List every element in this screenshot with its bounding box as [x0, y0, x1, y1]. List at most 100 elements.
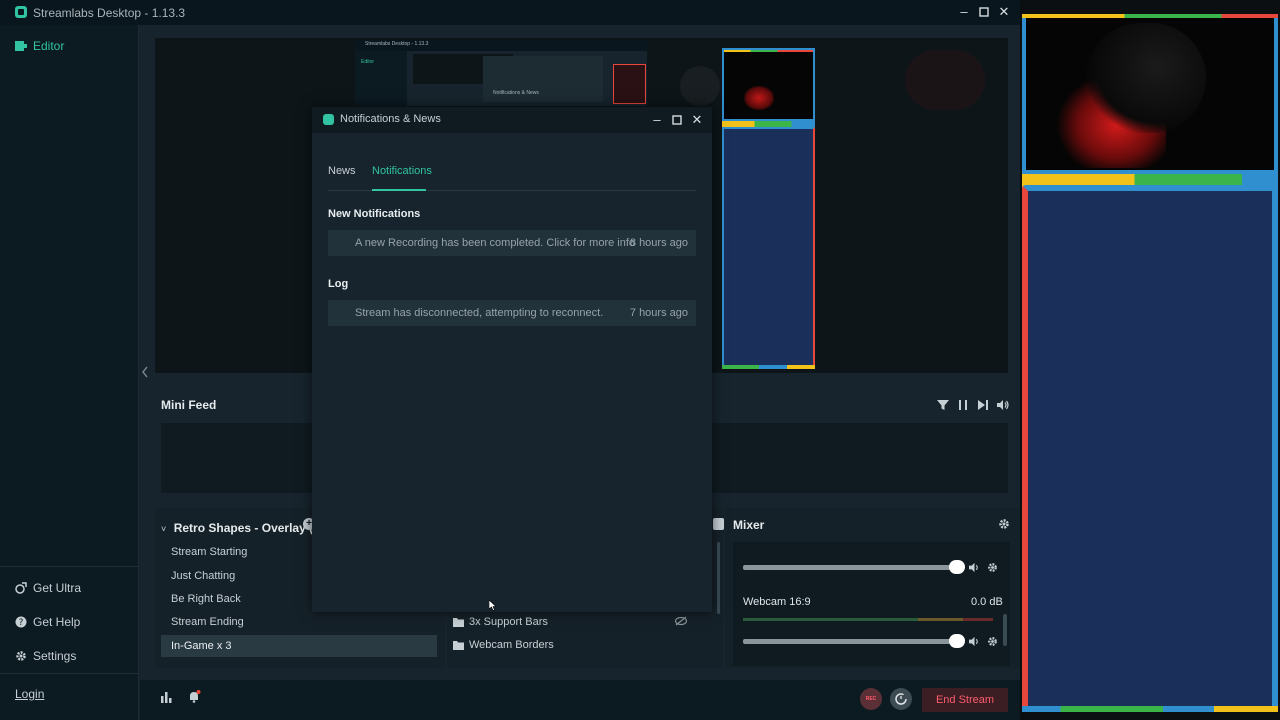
volume-slider-handle[interactable] [949, 560, 965, 574]
new-notifications-heading: New Notifications [328, 208, 421, 220]
toggle-visibility-button[interactable] [675, 616, 687, 626]
volume-slider-track[interactable] [743, 639, 958, 644]
filter-icon [937, 400, 949, 410]
collapse-sidebar-button[interactable] [140, 364, 150, 380]
log-item[interactable]: Stream has disconnected, attempting to r… [328, 300, 696, 326]
webcam-frame-stripe [724, 50, 813, 52]
svg-text:?: ? [19, 618, 24, 628]
projector-panel-frame [1022, 185, 1278, 712]
notifications-dialog: Notifications & News – ✕ News Notificati… [312, 107, 712, 612]
volume-icon [969, 562, 978, 573]
tab-notifications[interactable]: Notifications [372, 165, 432, 177]
minimize-button[interactable]: – [955, 3, 973, 21]
sidebar-divider [0, 673, 139, 674]
ultra-icon [15, 582, 27, 594]
record-button[interactable]: REC [860, 688, 882, 710]
filter-button[interactable] [937, 399, 949, 411]
sidebar-item-get-help[interactable]: ? Get Help [15, 615, 80, 629]
dialog-maximize-button[interactable] [668, 111, 686, 129]
preview-nested-window: Streamlabs Desktop - 1.13.3 Editor Notif… [355, 40, 647, 106]
projector-bottom-stripe [1022, 706, 1278, 712]
streamlabs-logo-icon [323, 114, 334, 125]
preview-nested-webcam [613, 64, 646, 104]
dialog-title-bar: Notifications & News – ✕ [312, 107, 712, 133]
log-message: Stream has disconnected, attempting to r… [355, 307, 604, 319]
mixer-scrollbar[interactable] [1003, 614, 1007, 646]
decorative-shape [680, 66, 720, 106]
projector-webcam-frame [1022, 14, 1278, 174]
eye-slash-icon [675, 616, 687, 626]
maximize-button[interactable] [975, 3, 993, 21]
volume-meter [743, 618, 993, 621]
mini-feed-title: Mini Feed [161, 398, 217, 412]
mixer-title: Mixer [733, 518, 765, 532]
stats-button[interactable] [160, 691, 172, 703]
pause-icon [959, 400, 967, 410]
projector-top-stripe [1022, 14, 1278, 18]
log-time: 7 hours ago [629, 307, 688, 319]
help-icon: ? [15, 616, 27, 628]
close-button[interactable]: ✕ [995, 3, 1013, 21]
gear-icon [16, 651, 26, 661]
webcam-image [1086, 23, 1206, 133]
webcam-image [744, 86, 774, 110]
login-link[interactable]: Login [15, 687, 44, 701]
sidebar-item-get-ultra[interactable]: Get Ultra [15, 581, 81, 595]
notification-message: A new Recording has been completed. Clic… [355, 237, 636, 249]
audio-source-settings-button[interactable] [987, 636, 998, 647]
active-tab-underline [372, 189, 426, 191]
chevron-left-icon [142, 366, 148, 378]
replay-icon [895, 693, 907, 705]
mute-alerts-button[interactable] [997, 399, 1009, 411]
sidebar: Editor Get Ultra ? Get Help Settings Log… [0, 25, 139, 720]
scene-collection-title: Retro Shapes - Overlay (1) [173, 521, 324, 535]
mute-button[interactable] [969, 636, 980, 647]
scene-item-active[interactable]: In-Game x 3 [161, 635, 437, 657]
mixer-settings-button[interactable] [998, 518, 1010, 530]
source-item[interactable]: 3x Support Bars [453, 616, 548, 628]
replay-buffer-button[interactable] [890, 688, 912, 710]
sources-scrollbar[interactable] [717, 542, 720, 614]
stats-icon [161, 692, 172, 703]
volume-icon [997, 400, 1009, 410]
volume-slider-handle[interactable] [949, 634, 965, 648]
dialog-title: Notifications & News [340, 113, 441, 125]
sidebar-item-label: Login [15, 687, 45, 701]
skip-button[interactable] [977, 399, 989, 411]
audio-source-settings-button[interactable] [987, 562, 998, 573]
sidebar-item-editor[interactable]: Editor [15, 39, 64, 53]
streamlabs-logo-icon [15, 6, 27, 18]
scene-item[interactable]: Stream Ending [161, 611, 437, 633]
dialog-close-button[interactable]: ✕ [688, 111, 706, 129]
sidebar-item-label: Editor [33, 39, 65, 53]
sidebar-item-settings[interactable]: Settings [15, 649, 76, 663]
preview-nested-editor: Editor [361, 59, 375, 65]
volume-slider-track[interactable] [743, 565, 958, 570]
source-item[interactable]: Webcam Borders [453, 639, 554, 651]
log-heading: Log [328, 278, 349, 290]
sidebar-item-label: Get Help [33, 615, 81, 629]
gear-icon [999, 519, 1009, 529]
mouse-cursor [489, 600, 497, 611]
editor-icon [15, 41, 27, 51]
folder-icon [453, 618, 464, 627]
notification-item[interactable]: A new Recording has been completed. Clic… [328, 230, 696, 256]
add-source-button[interactable] [713, 518, 724, 530]
scene-collection-dropdown[interactable]: ˅ Retro Shapes - Overlay (1) [161, 519, 324, 537]
preview-panel-frame [722, 127, 815, 369]
preview-nested-titlebar: Streamlabs Desktop - 1.13.3 [355, 40, 647, 51]
dialog-minimize-button[interactable]: – [648, 111, 666, 129]
audio-source-name: Webcam 16:9 [743, 596, 811, 608]
mute-button[interactable] [969, 562, 980, 573]
pause-button[interactable] [957, 399, 969, 411]
footer-bar: REC [140, 680, 1020, 720]
end-stream-button[interactable]: End Stream [922, 688, 1008, 712]
bell-icon [190, 690, 201, 703]
notifications-button[interactable] [188, 690, 201, 703]
tab-news[interactable]: News [328, 165, 356, 177]
mixer-list: Webcam 16:9 0.0 dB [733, 542, 1010, 666]
preview-webcam-frame [722, 48, 815, 121]
volume-icon [969, 636, 978, 647]
skip-icon [978, 400, 988, 410]
chevron-down-icon: ˅ [161, 524, 167, 534]
